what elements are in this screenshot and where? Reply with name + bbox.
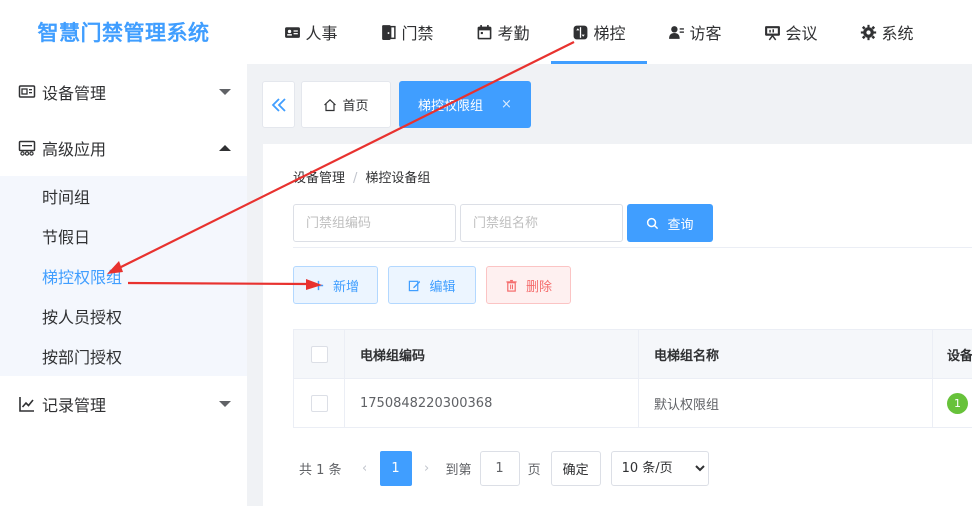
delete-button[interactable]: 删除 bbox=[486, 266, 571, 304]
header-name: 电梯组名称 bbox=[639, 330, 933, 378]
select-all-checkbox[interactable] bbox=[310, 345, 328, 363]
table-row[interactable]: 1750848220300368 默认权限组 1 bbox=[293, 379, 972, 428]
prev-page-icon[interactable]: ‹ bbox=[350, 461, 380, 476]
sidebar-item-authorize-by-department[interactable]: 按部门授权 bbox=[0, 336, 247, 376]
nav-system[interactable]: 系统 bbox=[839, 0, 935, 64]
sidebar-item-authorize-by-person[interactable]: 按人员授权 bbox=[0, 296, 247, 336]
breadcrumb-separator: / bbox=[353, 171, 358, 186]
edit-button[interactable]: 编辑 bbox=[388, 266, 476, 304]
elevator-icon bbox=[574, 25, 588, 39]
goto-confirm-button[interactable]: 确定 bbox=[550, 451, 601, 486]
nav-system-label: 系统 bbox=[881, 24, 914, 43]
group-name-input[interactable] bbox=[460, 204, 623, 242]
top-nav: 人事 门禁 考勤 梯控 访客 会议 系统 bbox=[247, 0, 972, 64]
header-checkbox-cell bbox=[293, 330, 345, 378]
sidebar-group-advanced[interactable]: 高级应用 bbox=[0, 120, 247, 176]
door-icon bbox=[382, 24, 397, 40]
sidebar: 设备管理 高级应用 时间组 节假日 梯控权限组 按人员授权 按部门授权 记录管理 bbox=[0, 64, 247, 506]
meeting-board-icon bbox=[765, 25, 781, 40]
close-icon[interactable]: × bbox=[501, 97, 512, 112]
nav-visitor-label: 访客 bbox=[689, 24, 722, 43]
search-icon bbox=[647, 217, 659, 229]
content-card: 设备管理 / 梯控设备组 查询 新增 编辑 删除 电梯组编码 电梯组名称 设备 17… bbox=[263, 144, 972, 506]
sidebar-item-elevator-permission-group[interactable]: 梯控权限组 bbox=[0, 256, 247, 296]
nav-visitor[interactable]: 访客 bbox=[647, 0, 743, 64]
nav-elevator[interactable]: 梯控 bbox=[551, 0, 647, 64]
page-number-current[interactable]: 1 bbox=[379, 451, 412, 486]
cell-name: 默认权限组 bbox=[639, 379, 933, 427]
row-checkbox[interactable] bbox=[310, 394, 328, 412]
visitor-icon bbox=[669, 25, 685, 39]
goto-page-input[interactable] bbox=[479, 451, 520, 486]
tab-active-label: 梯控权限组 bbox=[418, 99, 484, 114]
data-table: 电梯组编码 电梯组名称 设备 1750848220300368 默认权限组 1 bbox=[293, 329, 972, 428]
calendar-icon bbox=[478, 24, 492, 39]
table-header-row: 电梯组编码 电梯组名称 设备 bbox=[293, 330, 972, 379]
chart-icon bbox=[19, 397, 34, 412]
nav-access-label: 门禁 bbox=[401, 24, 434, 43]
tab-home-label: 首页 bbox=[342, 99, 369, 114]
app-title: 智慧门禁管理系统 bbox=[37, 21, 210, 45]
cell-device: 1 bbox=[933, 379, 972, 427]
add-button-label: 新增 bbox=[332, 279, 359, 295]
sidebar-submenu-advanced: 时间组 节假日 梯控权限组 按人员授权 按部门授权 bbox=[0, 176, 247, 376]
tab-home[interactable]: 首页 bbox=[301, 81, 391, 128]
collapse-sidebar-button[interactable] bbox=[262, 81, 295, 128]
sidebar-group-device[interactable]: 设备管理 bbox=[0, 64, 247, 120]
header-code: 电梯组编码 bbox=[345, 330, 639, 378]
breadcrumb: 设备管理 / 梯控设备组 bbox=[293, 167, 430, 186]
add-button[interactable]: 新增 bbox=[293, 266, 378, 304]
delete-button-label: 删除 bbox=[525, 279, 552, 295]
sidebar-group-records[interactable]: 记录管理 bbox=[0, 376, 247, 432]
page-unit-label: 页 bbox=[527, 463, 541, 478]
sidebar-group-records-label: 记录管理 bbox=[42, 396, 107, 415]
page-size-select[interactable]: 10 条/页 bbox=[610, 451, 709, 486]
divider bbox=[293, 247, 972, 248]
pagination-total: 共 1 条 bbox=[299, 463, 342, 478]
nav-elevator-label: 梯控 bbox=[593, 24, 626, 43]
caret-down-icon bbox=[219, 401, 231, 407]
header-device: 设备 bbox=[947, 348, 972, 364]
nav-meeting[interactable]: 会议 bbox=[743, 0, 839, 64]
double-chevron-left-icon bbox=[271, 97, 286, 112]
search-button[interactable]: 查询 bbox=[627, 204, 713, 242]
nav-attendance-label: 考勤 bbox=[497, 24, 530, 43]
edit-icon bbox=[409, 280, 421, 291]
trash-icon bbox=[506, 279, 517, 292]
caret-down-icon bbox=[219, 89, 231, 95]
edit-button-label: 编辑 bbox=[429, 279, 456, 295]
group-code-input[interactable] bbox=[293, 204, 456, 242]
row-checkbox-cell bbox=[293, 379, 345, 427]
home-icon bbox=[324, 98, 337, 111]
breadcrumb-level1[interactable]: 设备管理 bbox=[293, 171, 345, 186]
caret-up-icon bbox=[219, 145, 231, 151]
plus-icon bbox=[313, 280, 324, 290]
app-logo: 智慧门禁管理系统 bbox=[0, 0, 247, 64]
nav-access[interactable]: 门禁 bbox=[359, 0, 455, 64]
sidebar-group-advanced-label: 高级应用 bbox=[42, 140, 107, 159]
sidebar-item-holiday[interactable]: 节假日 bbox=[0, 216, 247, 256]
device-icon bbox=[18, 85, 36, 98]
pagination: 共 1 条 ‹ 1 › 到第 页 确定 10 条/页 bbox=[299, 451, 709, 486]
next-page-icon[interactable]: › bbox=[412, 461, 442, 476]
nav-attendance[interactable]: 考勤 bbox=[455, 0, 551, 64]
sidebar-item-time-group[interactable]: 时间组 bbox=[0, 176, 247, 216]
nav-personnel-label: 人事 bbox=[305, 24, 338, 43]
tab-elevator-permission-group[interactable]: 梯控权限组 × bbox=[399, 81, 531, 128]
advanced-icon bbox=[18, 140, 36, 156]
id-card-icon bbox=[285, 26, 301, 38]
sidebar-group-device-label: 设备管理 bbox=[42, 84, 107, 103]
device-count-badge[interactable]: 1 bbox=[947, 392, 968, 414]
search-button-label: 查询 bbox=[667, 217, 694, 233]
cell-code: 1750848220300368 bbox=[345, 379, 639, 427]
breadcrumb-level2: 梯控设备组 bbox=[365, 171, 431, 186]
gear-icon bbox=[861, 24, 877, 40]
goto-label: 到第 bbox=[445, 463, 472, 478]
nav-personnel[interactable]: 人事 bbox=[263, 0, 359, 64]
nav-meeting-label: 会议 bbox=[785, 24, 818, 43]
